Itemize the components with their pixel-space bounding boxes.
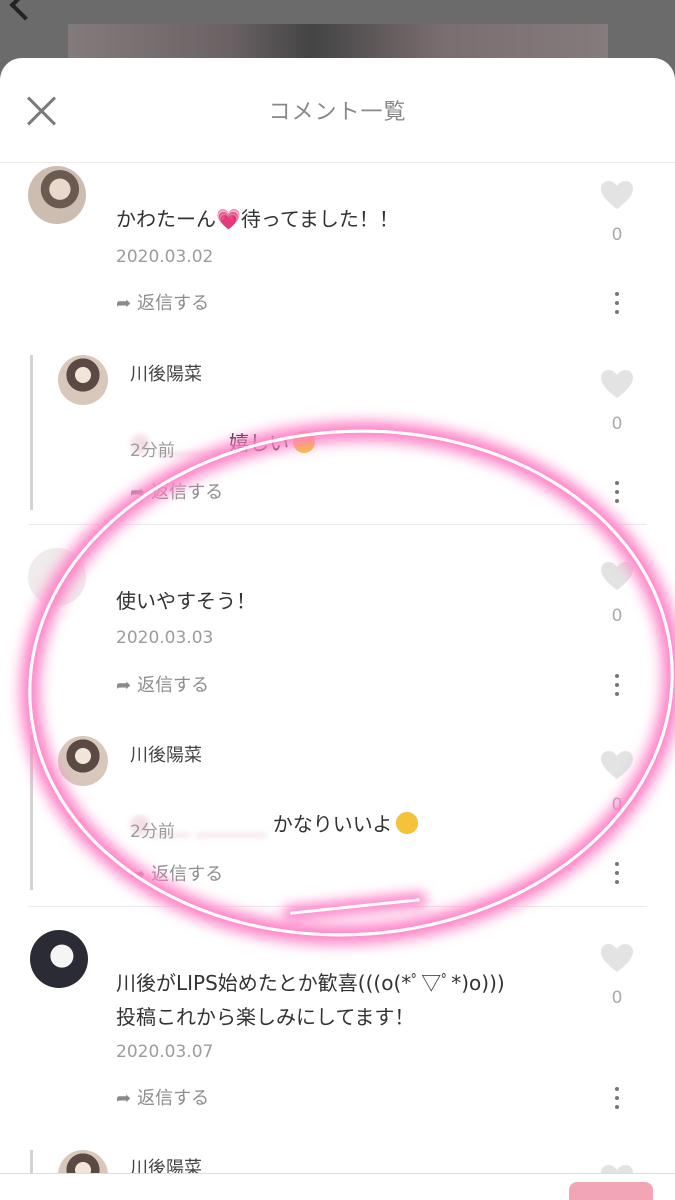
more-icon[interactable] <box>613 862 621 888</box>
back-icon[interactable] <box>9 0 41 21</box>
comment-date: 2020.03.07 <box>116 1042 214 1062</box>
heart-icon[interactable] <box>600 750 634 780</box>
heart-icon[interactable] <box>600 180 634 210</box>
reply-arrow-icon: ➦ <box>116 1088 132 1109</box>
like-count: 0 <box>611 225 623 245</box>
reply-button[interactable]: ➦ 返信する <box>130 860 223 886</box>
more-icon[interactable] <box>613 674 621 700</box>
page-title: コメント一覧 <box>268 100 407 125</box>
more-icon[interactable] <box>613 292 621 318</box>
avatar[interactable] <box>58 355 108 405</box>
avatar[interactable] <box>28 548 86 606</box>
comment-text: かわたーん💗待ってました！！ <box>116 207 399 231</box>
like-count: 0 <box>611 795 623 815</box>
comment-date: 2020.03.02 <box>116 247 214 267</box>
comment-text: 川後がLIPS始めたとか歓喜(((o(*ﾟ▽ﾟ*)o))) 投稿これから楽しみに… <box>116 971 505 1029</box>
reply-button[interactable]: ➦ 返信する <box>116 671 209 697</box>
avatar[interactable] <box>28 166 86 224</box>
like-count: 0 <box>611 414 623 434</box>
send-button[interactable] <box>569 1182 653 1200</box>
reply-button[interactable]: ➦ 返信する <box>116 289 209 315</box>
avatar[interactable] <box>58 736 108 786</box>
user-name: 川後陽菜 <box>130 364 202 385</box>
reply-arrow-icon: ➦ <box>130 864 146 885</box>
heart-icon[interactable] <box>600 943 634 973</box>
user-name: 川後陽菜 <box>130 745 202 766</box>
comment-time: 2分前 <box>130 441 175 461</box>
like-count: 0 <box>611 988 623 1008</box>
reply-button[interactable]: ➦ 返信する <box>116 1084 209 1110</box>
reply-arrow-icon: ➦ <box>116 293 132 314</box>
heart-eyes-emoji-icon <box>396 812 419 834</box>
sheet-header: コメント一覧 <box>0 58 675 163</box>
divider <box>28 524 647 525</box>
thread-line <box>30 735 33 890</box>
comment-text: 使いやすそう！ <box>116 589 256 613</box>
avatar[interactable] <box>30 930 88 988</box>
heart-icon[interactable] <box>600 561 634 591</box>
thread-line <box>30 355 33 510</box>
heart-icon[interactable] <box>600 369 634 399</box>
more-icon[interactable] <box>613 1087 621 1113</box>
comment-time: 2分前 <box>130 822 175 842</box>
kiss-emoji-icon <box>293 431 316 453</box>
comment-input-bar <box>0 1173 675 1200</box>
divider <box>28 906 647 907</box>
comment-date: 2020.03.03 <box>116 628 214 648</box>
more-icon[interactable] <box>613 481 621 507</box>
reply-arrow-icon: ➦ <box>130 482 146 503</box>
reply-button[interactable]: ➦ 返信する <box>130 478 223 504</box>
reply-arrow-icon: ➦ <box>116 675 132 696</box>
like-count: 0 <box>611 606 623 626</box>
